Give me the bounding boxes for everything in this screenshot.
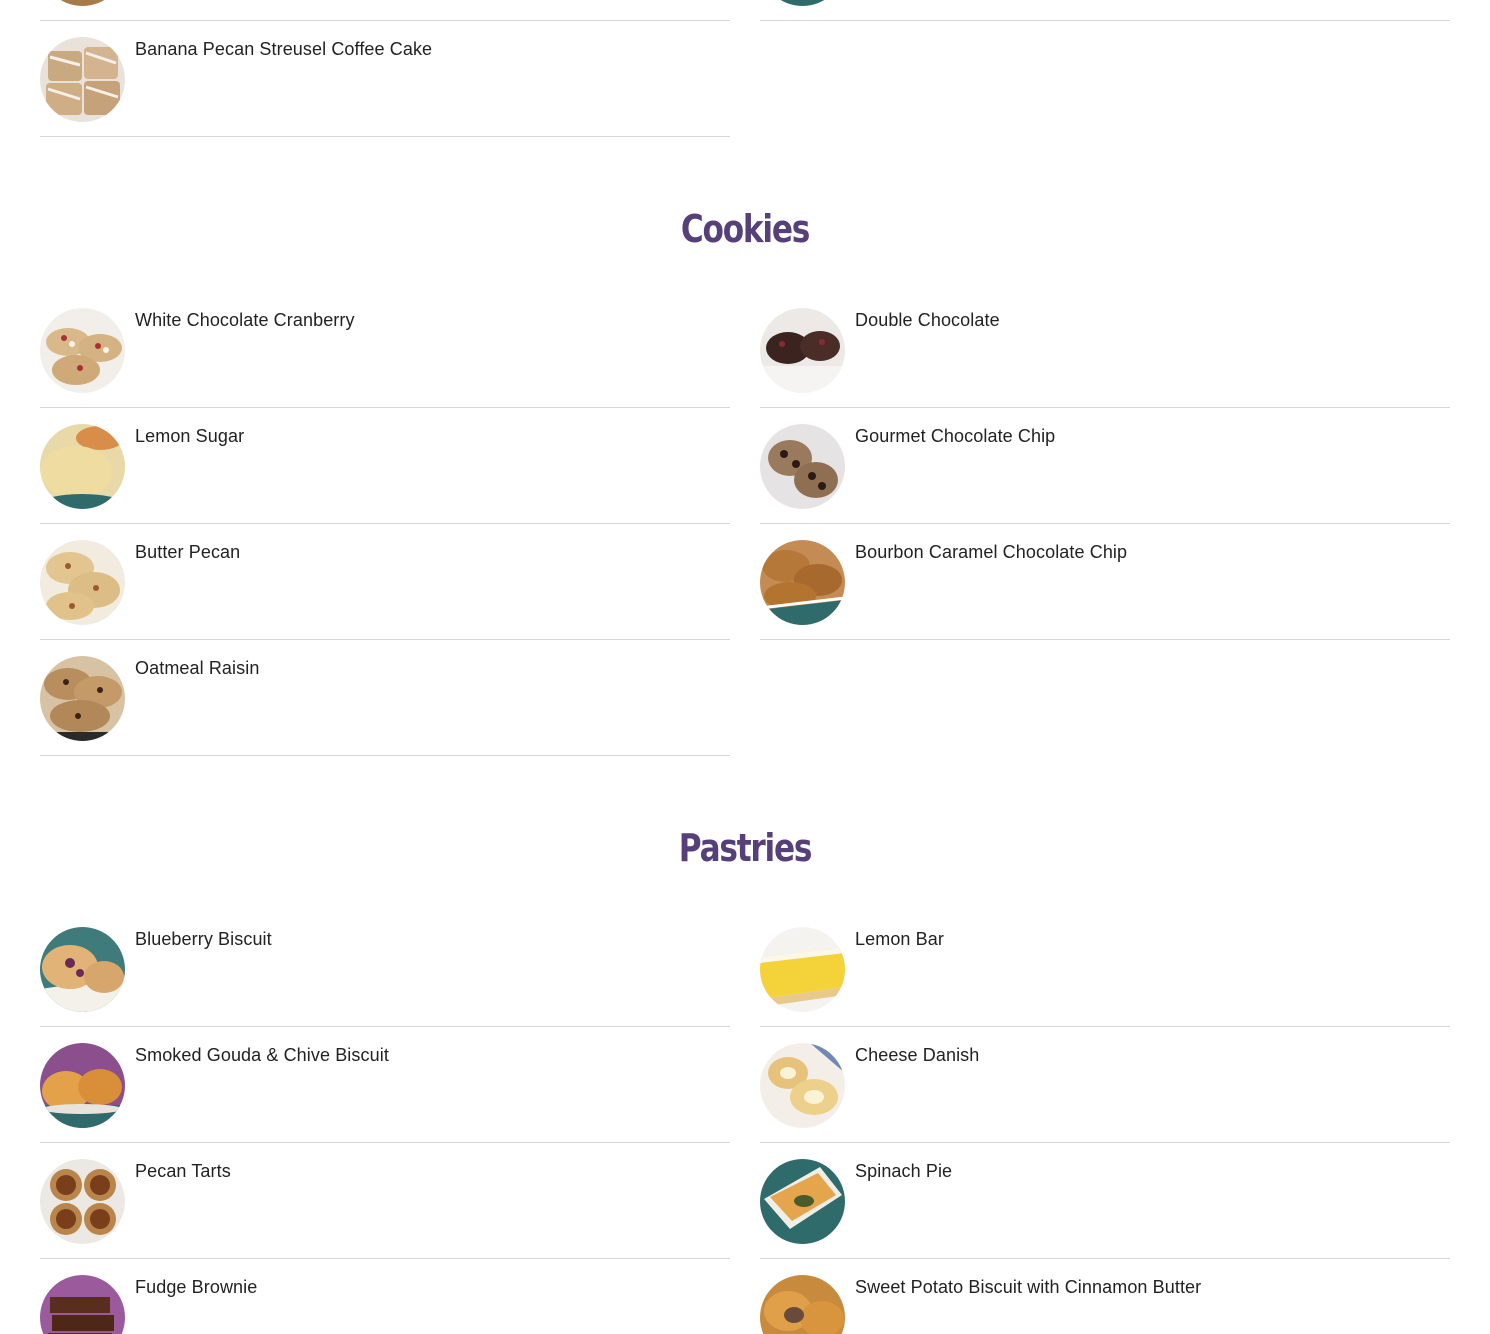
recipe-thumbnail[interactable] [40, 1043, 125, 1128]
list-item-blueberry-biscuit[interactable]: Blueberry Biscuit [40, 911, 730, 1027]
recipe-thumbnail[interactable] [760, 1275, 845, 1334]
list-item-white-chocolate-cranberry[interactable]: White Chocolate Cranberry [40, 292, 730, 408]
recipe-title[interactable]: Blueberry Biscuit [135, 927, 272, 951]
list-item-lemon-bar[interactable]: Lemon Bar [760, 911, 1450, 1027]
recipe-thumbnail[interactable] [40, 540, 125, 625]
list-item-partial-left[interactable] [40, 0, 730, 21]
list-item-pecan-tarts[interactable]: Pecan Tarts [40, 1143, 730, 1259]
recipe-title[interactable]: Gourmet Chocolate Chip [855, 424, 1055, 448]
list-item-smoked-gouda-biscuit[interactable]: Smoked Gouda & Chive Biscuit [40, 1027, 730, 1143]
recipe-thumbnail[interactable] [760, 540, 845, 625]
list-item-sweet-potato-biscuit[interactable]: Sweet Potato Biscuit with Cinnamon Butte… [760, 1259, 1450, 1334]
recipe-title[interactable]: Cheese Danish [855, 1043, 979, 1067]
recipe-title[interactable]: Oatmeal Raisin [135, 656, 259, 680]
recipe-thumbnail[interactable] [760, 927, 845, 1012]
recipe-title[interactable]: Spinach Pie [855, 1159, 952, 1183]
recipe-title[interactable]: Lemon Sugar [135, 424, 244, 448]
list-item-lemon-sugar[interactable]: Lemon Sugar [40, 408, 730, 524]
list-item-cheese-danish[interactable]: Cheese Danish [760, 1027, 1450, 1143]
recipe-title[interactable]: Double Chocolate [855, 308, 1000, 332]
recipe-title[interactable]: Bourbon Caramel Chocolate Chip [855, 540, 1127, 564]
recipe-thumbnail[interactable] [40, 1159, 125, 1244]
recipe-thumbnail[interactable] [760, 1043, 845, 1128]
recipe-title[interactable]: Banana Pecan Streusel Coffee Cake [135, 37, 432, 61]
recipe-thumbnail[interactable] [40, 656, 125, 741]
recipe-thumbnail[interactable] [760, 308, 845, 393]
recipe-thumbnail[interactable] [40, 424, 125, 509]
list-item-double-chocolate[interactable]: Double Chocolate [760, 292, 1450, 408]
recipe-thumbnail[interactable] [40, 927, 125, 1012]
recipe-title[interactable]: Fudge Brownie [135, 1275, 257, 1299]
list-item-spinach-pie[interactable]: Spinach Pie [760, 1143, 1450, 1259]
section-heading-pastries: Pastries [678, 826, 813, 870]
recipe-thumbnail[interactable] [40, 308, 125, 393]
list-item-gourmet-chocolate-chip[interactable]: Gourmet Chocolate Chip [760, 408, 1450, 524]
recipe-thumbnail[interactable] [760, 424, 845, 509]
recipe-title[interactable]: Lemon Bar [855, 927, 944, 951]
recipe-thumbnail[interactable] [40, 1275, 125, 1334]
recipe-title[interactable]: Pecan Tarts [135, 1159, 231, 1183]
recipe-thumbnail[interactable] [760, 1159, 845, 1244]
list-item-bourbon-caramel-chocolate-chip[interactable]: Bourbon Caramel Chocolate Chip [760, 524, 1450, 640]
list-item-banana-pecan-coffee-cake[interactable]: Banana Pecan Streusel Coffee Cake [40, 21, 730, 137]
list-item-oatmeal-raisin[interactable]: Oatmeal Raisin [40, 640, 730, 756]
list-item-partial-right[interactable] [760, 0, 1450, 21]
recipe-title[interactable]: Sweet Potato Biscuit with Cinnamon Butte… [855, 1275, 1201, 1299]
recipe-title[interactable]: White Chocolate Cranberry [135, 308, 355, 332]
recipe-thumbnail[interactable] [40, 0, 125, 6]
recipe-thumbnail[interactable] [40, 37, 125, 122]
recipe-thumbnail[interactable] [760, 0, 845, 6]
section-heading-cookies: Cookies [680, 207, 810, 251]
recipe-title[interactable]: Butter Pecan [135, 540, 240, 564]
list-item-butter-pecan[interactable]: Butter Pecan [40, 524, 730, 640]
list-item-fudge-brownie[interactable]: Fudge Brownie [40, 1259, 730, 1334]
recipe-title[interactable]: Smoked Gouda & Chive Biscuit [135, 1043, 389, 1067]
